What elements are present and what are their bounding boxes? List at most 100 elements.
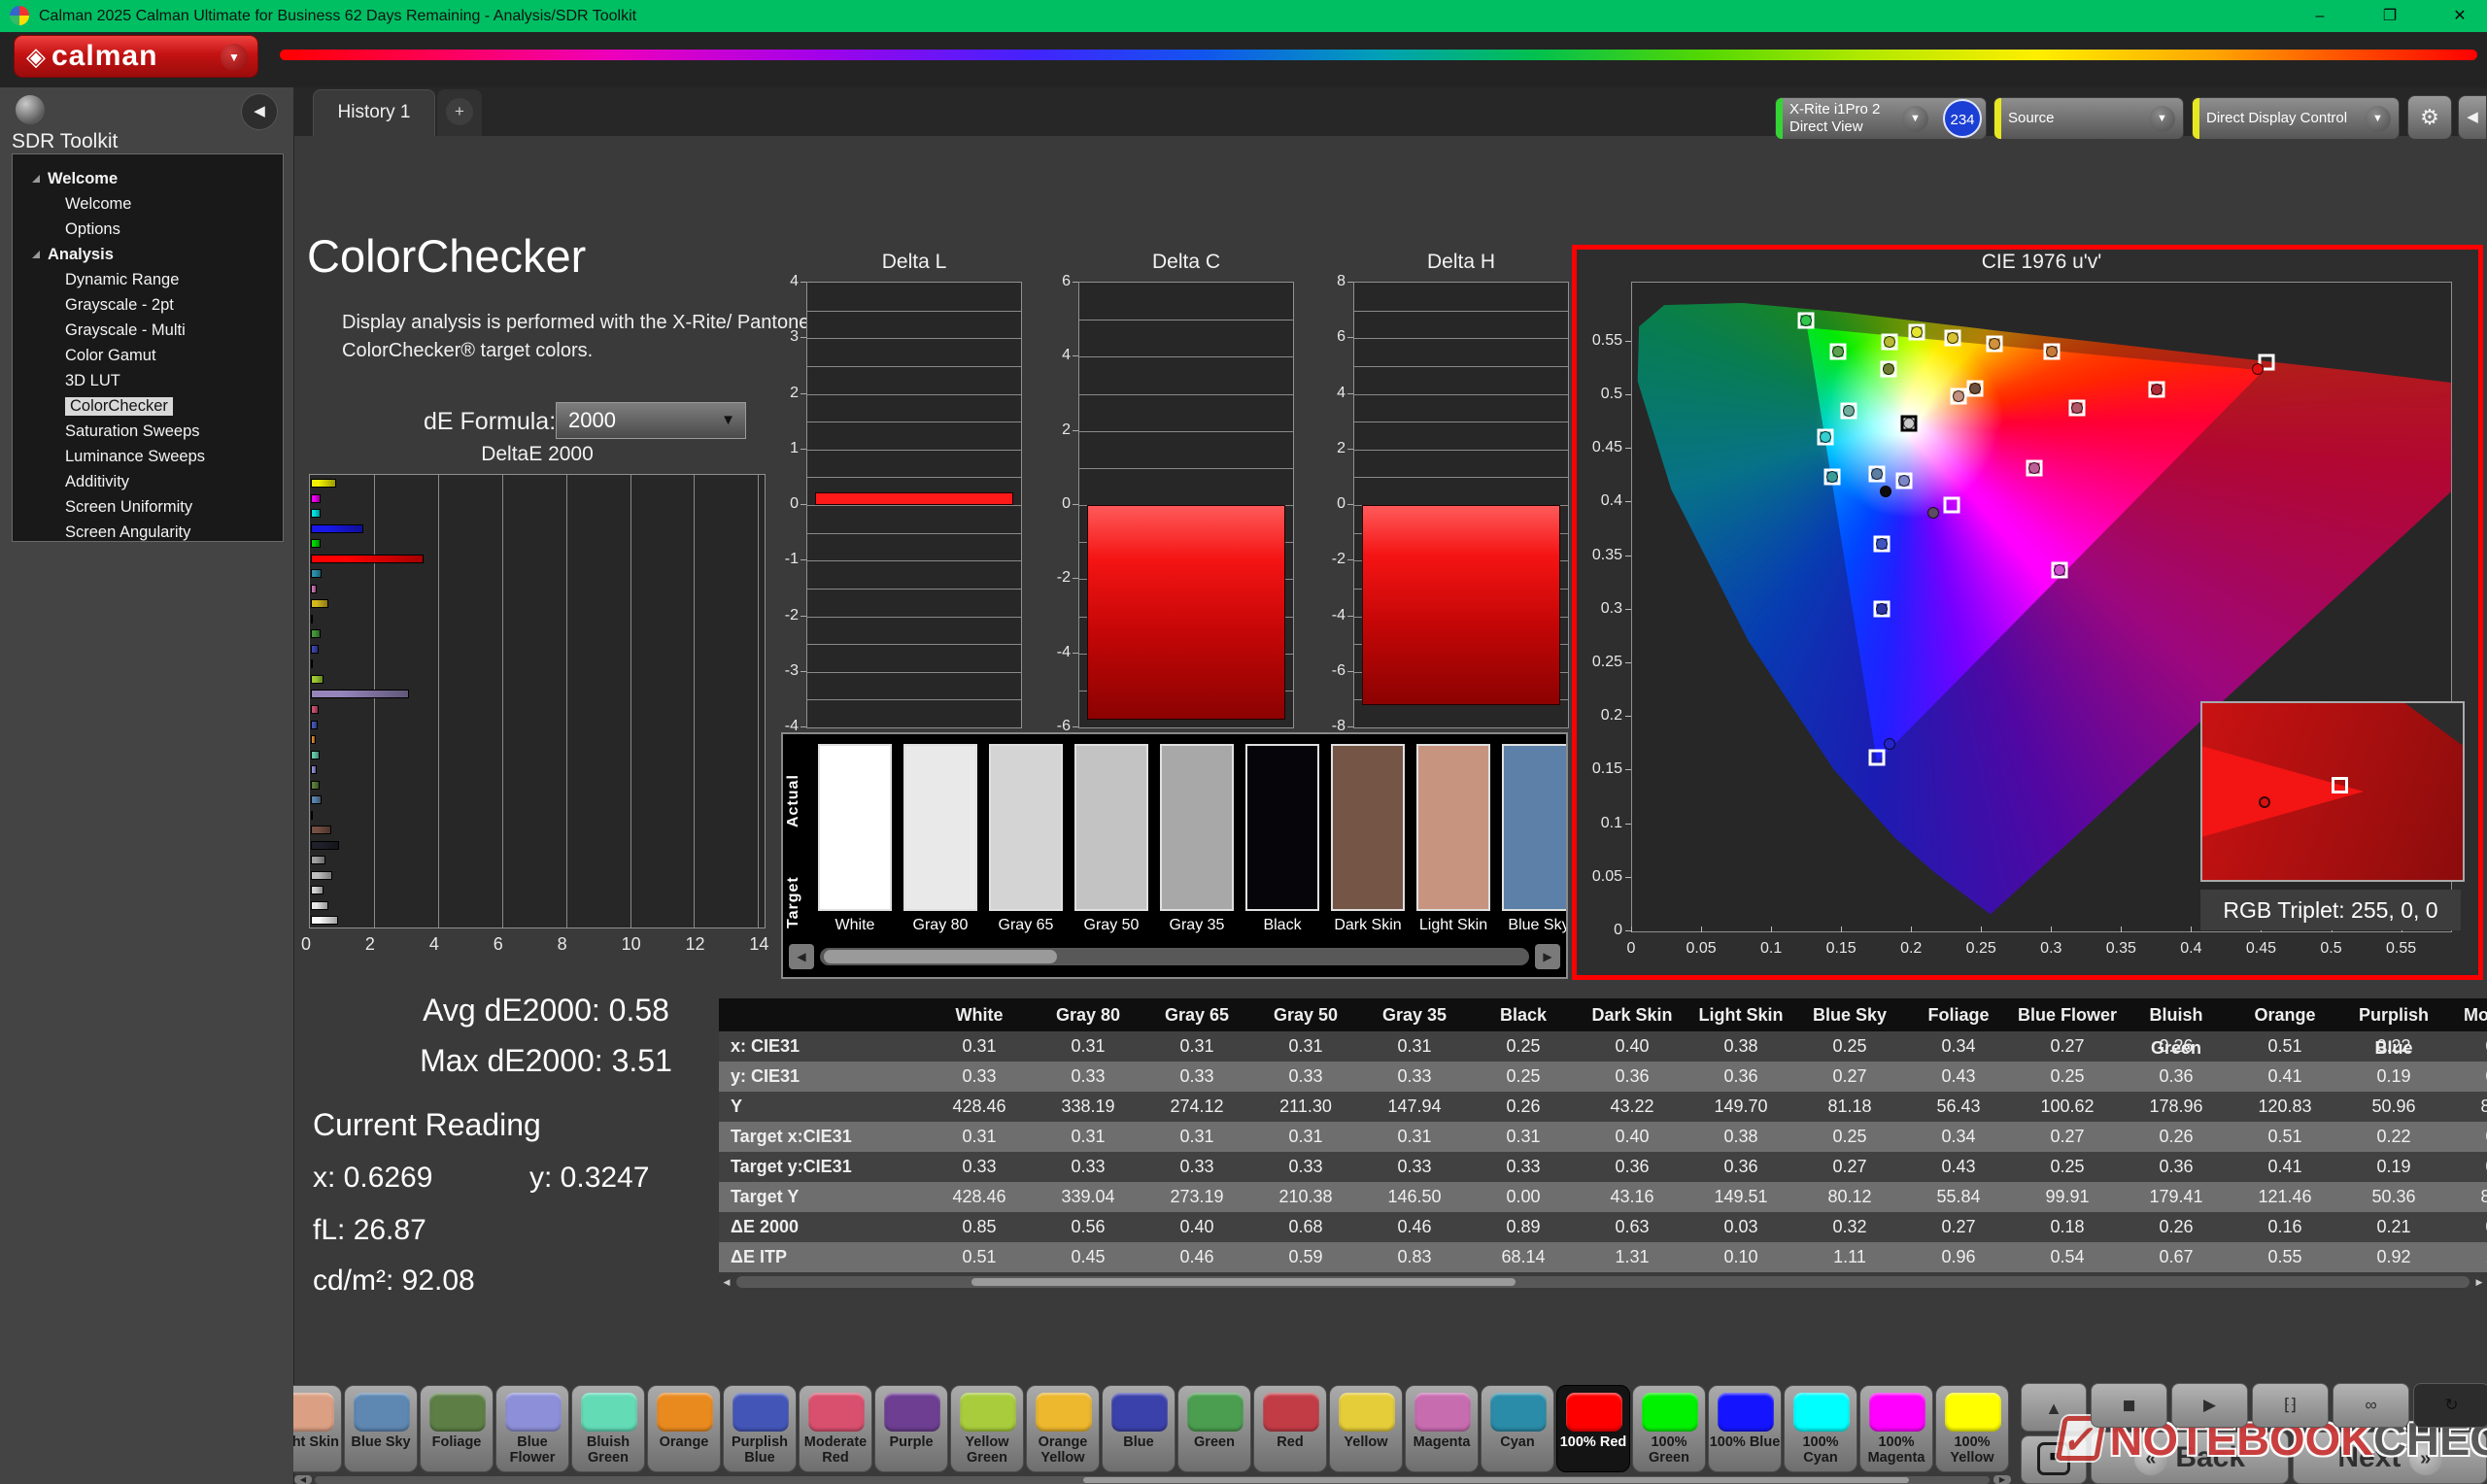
sidebar-collapse-icon[interactable]: ◀	[241, 93, 278, 130]
tab-history-1[interactable]: History 1	[313, 89, 435, 136]
sidebar-item-options[interactable]: Options	[18, 217, 277, 242]
patch-button-purplish-blue[interactable]: Purplish Blue	[723, 1385, 797, 1472]
meter-tool-button-1[interactable]: ▶	[2171, 1383, 2248, 1428]
next-button[interactable]: Next »	[2293, 1432, 2487, 1484]
close-button[interactable]: ✕	[2436, 0, 2483, 32]
patch-button-red[interactable]: Red	[1253, 1385, 1327, 1472]
add-tab-button[interactable]: +	[437, 89, 482, 136]
meter-tool-button-2[interactable]: ⁅⁆	[2252, 1383, 2329, 1428]
table-cell: 0.36	[2159, 1157, 2194, 1176]
patch-button-blue-flower[interactable]: Blue Flower	[495, 1385, 569, 1472]
sidebar-item-analysis[interactable]: Analysis	[18, 242, 277, 267]
tick-mark	[1073, 504, 1078, 505]
table-cell: 0.46	[2448, 1122, 2487, 1152]
table-cell: 50.36	[2371, 1187, 2416, 1206]
swatch-scrollbar-thumb[interactable]	[824, 950, 1057, 963]
table-scrollbar-thumb[interactable]	[971, 1278, 1516, 1286]
collapse-panel-button[interactable]: ◀	[2458, 95, 2487, 140]
cie-x-tick-label: 0.1	[1759, 940, 1783, 957]
scroll-up-button[interactable]: ▲	[2021, 1383, 2087, 1432]
patch-button-bluish-green[interactable]: Bluish Green	[571, 1385, 645, 1472]
settings-button[interactable]: ⚙	[2407, 95, 2452, 140]
delta-c-title: Delta C	[1151, 251, 1221, 273]
patch-color-chip	[1036, 1393, 1092, 1432]
patch-scroll-right-icon[interactable]: ▶	[1993, 1475, 2011, 1484]
source-dropdown[interactable]: Source ▼	[1993, 97, 2184, 140]
tick-mark	[801, 337, 806, 339]
sidebar-item-color-gamut[interactable]: Color Gamut	[18, 343, 277, 368]
table-scroll-left-icon[interactable]: ◀	[719, 1275, 734, 1289]
maximize-button[interactable]: ❐	[2367, 0, 2413, 32]
tick-mark	[1073, 282, 1078, 283]
meter-badge[interactable]: 234	[1943, 99, 1982, 138]
patch-button-yellow-green[interactable]: Yellow Green	[950, 1385, 1024, 1472]
delta-c-chart	[1078, 282, 1294, 728]
scroll-left-icon[interactable]: ◀	[789, 944, 814, 969]
table-cell: 55.84	[1936, 1187, 1981, 1206]
minimize-button[interactable]: –	[2297, 0, 2343, 32]
expander-icon[interactable]	[32, 175, 40, 183]
patch-button-100-green[interactable]: 100% Green	[1632, 1385, 1706, 1472]
table-cell: 339.04	[1061, 1187, 1115, 1206]
patch-button-blue[interactable]: Blue	[1102, 1385, 1175, 1472]
stop-measure-button[interactable]: ■	[2021, 1435, 2087, 1484]
sidebar-sphere-icon[interactable]	[16, 95, 45, 124]
patch-button-100-blue[interactable]: 100% Blue	[1708, 1385, 1782, 1472]
display-control-dropdown[interactable]: Direct Display Control ▼	[2192, 97, 2400, 140]
patch-button-100-red[interactable]: 100% Red	[1556, 1385, 1630, 1472]
swatch-chip	[1502, 744, 1566, 911]
patch-scroll-left-icon[interactable]: ◀	[294, 1475, 312, 1484]
sidebar-item-welcome[interactable]: Welcome	[18, 166, 277, 191]
table-scroll-right-icon[interactable]: ▶	[2471, 1275, 2487, 1289]
patch-button-orange-yellow[interactable]: Orange Yellow	[1026, 1385, 1100, 1472]
delta-h-chart	[1353, 282, 1569, 728]
patch-button-100-yellow[interactable]: 100% Yellow	[1935, 1385, 2009, 1472]
sidebar-item-dynamic-range[interactable]: Dynamic Range	[18, 267, 277, 292]
patch-button-green[interactable]: Green	[1177, 1385, 1251, 1472]
scroll-right-icon[interactable]: ▶	[1535, 944, 1560, 969]
patch-button-yellow[interactable]: Yellow	[1329, 1385, 1403, 1472]
swatch-column-gray-80: Gray 80	[903, 744, 977, 934]
patch-scrollbar-thumb[interactable]	[1083, 1477, 1909, 1483]
sidebar-item-colorchecker[interactable]: ColorChecker	[18, 393, 277, 419]
patch-button-purple[interactable]: Purple	[874, 1385, 948, 1472]
sidebar-item-saturation-sweeps[interactable]: Saturation Sweeps	[18, 419, 277, 444]
sidebar-item-grayscale-2pt[interactable]: Grayscale - 2pt	[18, 292, 277, 318]
patch-button-light-skin[interactable]: Light Skin	[293, 1385, 342, 1472]
table-cell: 0.92	[2376, 1247, 2411, 1266]
cie-x-tick-label: 0.5	[2320, 940, 2342, 957]
back-button[interactable]: « Back	[2091, 1432, 2289, 1484]
meter-tool-button-4[interactable]: ↻	[2413, 1383, 2487, 1428]
sidebar-item-screen-angularity[interactable]: Screen Angularity	[18, 520, 277, 541]
logo-dropdown-icon[interactable]: ▼	[221, 44, 248, 71]
calman-logo-button[interactable]: ◈ calman ▼	[14, 35, 258, 78]
table-row--e-2000: ΔE 2000 0.85 0.56 0.40 0.68 0.46 0.89 0.63 0.03 0…	[719, 1212, 2487, 1242]
sidebar-item-luminance-sweeps[interactable]: Luminance Sweeps	[18, 444, 277, 469]
patch-button-100-cyan[interactable]: 100% Cyan	[1784, 1385, 1857, 1472]
sidebar-item-screen-uniformity[interactable]: Screen Uniformity	[18, 494, 277, 520]
patch-button-100-magenta[interactable]: 100% Magenta	[1859, 1385, 1933, 1472]
table-cell: 0.25	[2050, 1157, 2085, 1176]
patch-button-moderate-red[interactable]: Moderate Red	[799, 1385, 872, 1472]
deltae-bar-bluish-green	[311, 750, 320, 759]
sidebar-item-additivity[interactable]: Additivity	[18, 469, 277, 494]
colorchecker-data-table: White Gray 80 Gray 65 Gray 50 Gray 35 Black Da…	[719, 998, 2487, 1272]
sidebar-item-grayscale-multi[interactable]: Grayscale - Multi	[18, 318, 277, 343]
meter-tool-button-3[interactable]: ∞	[2333, 1383, 2409, 1428]
table-header-light-skin: Light Skin	[1698, 1005, 1784, 1025]
cie-measured-dot	[1843, 405, 1856, 418]
patch-button-blue-sky[interactable]: Blue Sky	[344, 1385, 418, 1472]
swatch-label: Blue Sky	[1508, 917, 1568, 933]
patch-button-orange[interactable]: Orange	[647, 1385, 721, 1472]
sidebar-item-welcome[interactable]: Welcome	[18, 191, 277, 217]
table-cell: 0.56	[1071, 1217, 1106, 1236]
sidebar-item-label: Additivity	[65, 472, 130, 490]
patch-button-foliage[interactable]: Foliage	[420, 1385, 494, 1472]
patch-button-cyan[interactable]: Cyan	[1481, 1385, 1554, 1472]
table-cell: 0.31	[1179, 1036, 1214, 1056]
de-formula-dropdown[interactable]: 2000 ▼	[556, 402, 746, 439]
meter-tool-button-0[interactable]: ◼	[2091, 1383, 2167, 1428]
expander-icon[interactable]	[32, 251, 40, 258]
patch-button-magenta[interactable]: Magenta	[1405, 1385, 1479, 1472]
sidebar-item-3d-lut[interactable]: 3D LUT	[18, 368, 277, 393]
